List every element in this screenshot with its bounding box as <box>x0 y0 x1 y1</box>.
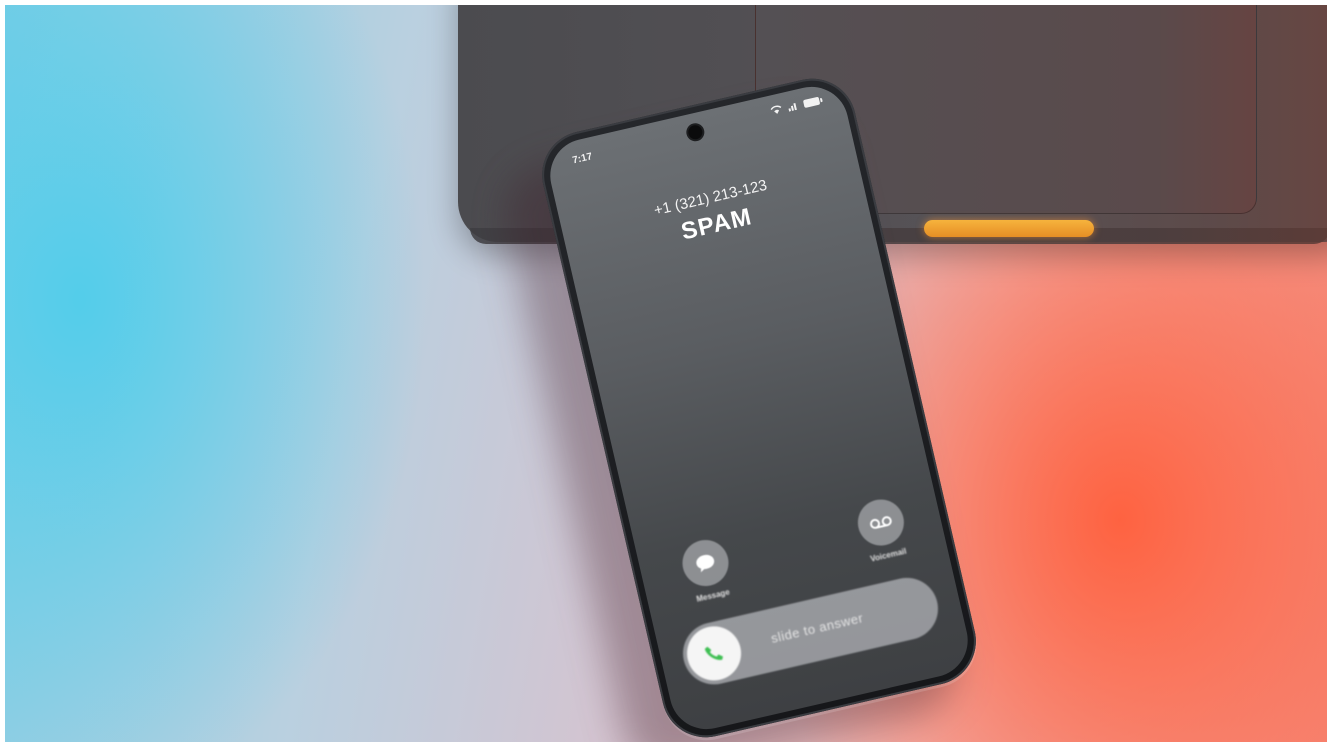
message-button[interactable]: Message <box>676 535 738 606</box>
phone-icon <box>704 646 723 660</box>
status-icons <box>770 96 821 116</box>
laptop-orange-notch <box>924 220 1094 237</box>
answer-knob[interactable] <box>681 621 747 686</box>
status-time: 7:17 <box>571 151 594 167</box>
front-camera <box>686 123 704 141</box>
voicemail-icon <box>870 516 892 529</box>
slider-text: slide to answer <box>769 610 865 646</box>
voicemail-button[interactable]: Voicemail <box>851 494 913 565</box>
message-label: Message <box>695 587 731 604</box>
voicemail-button-circle <box>853 494 909 551</box>
voicemail-label: Voicemail <box>869 546 908 564</box>
signal-icon <box>788 103 797 112</box>
wifi-icon <box>770 105 782 114</box>
battery-icon <box>802 96 821 108</box>
message-button-circle <box>677 535 734 591</box>
photo-scene: 7:17 +1 (321) 213-123 SPAM Message Voice… <box>0 0 1332 747</box>
message-icon <box>696 554 715 573</box>
